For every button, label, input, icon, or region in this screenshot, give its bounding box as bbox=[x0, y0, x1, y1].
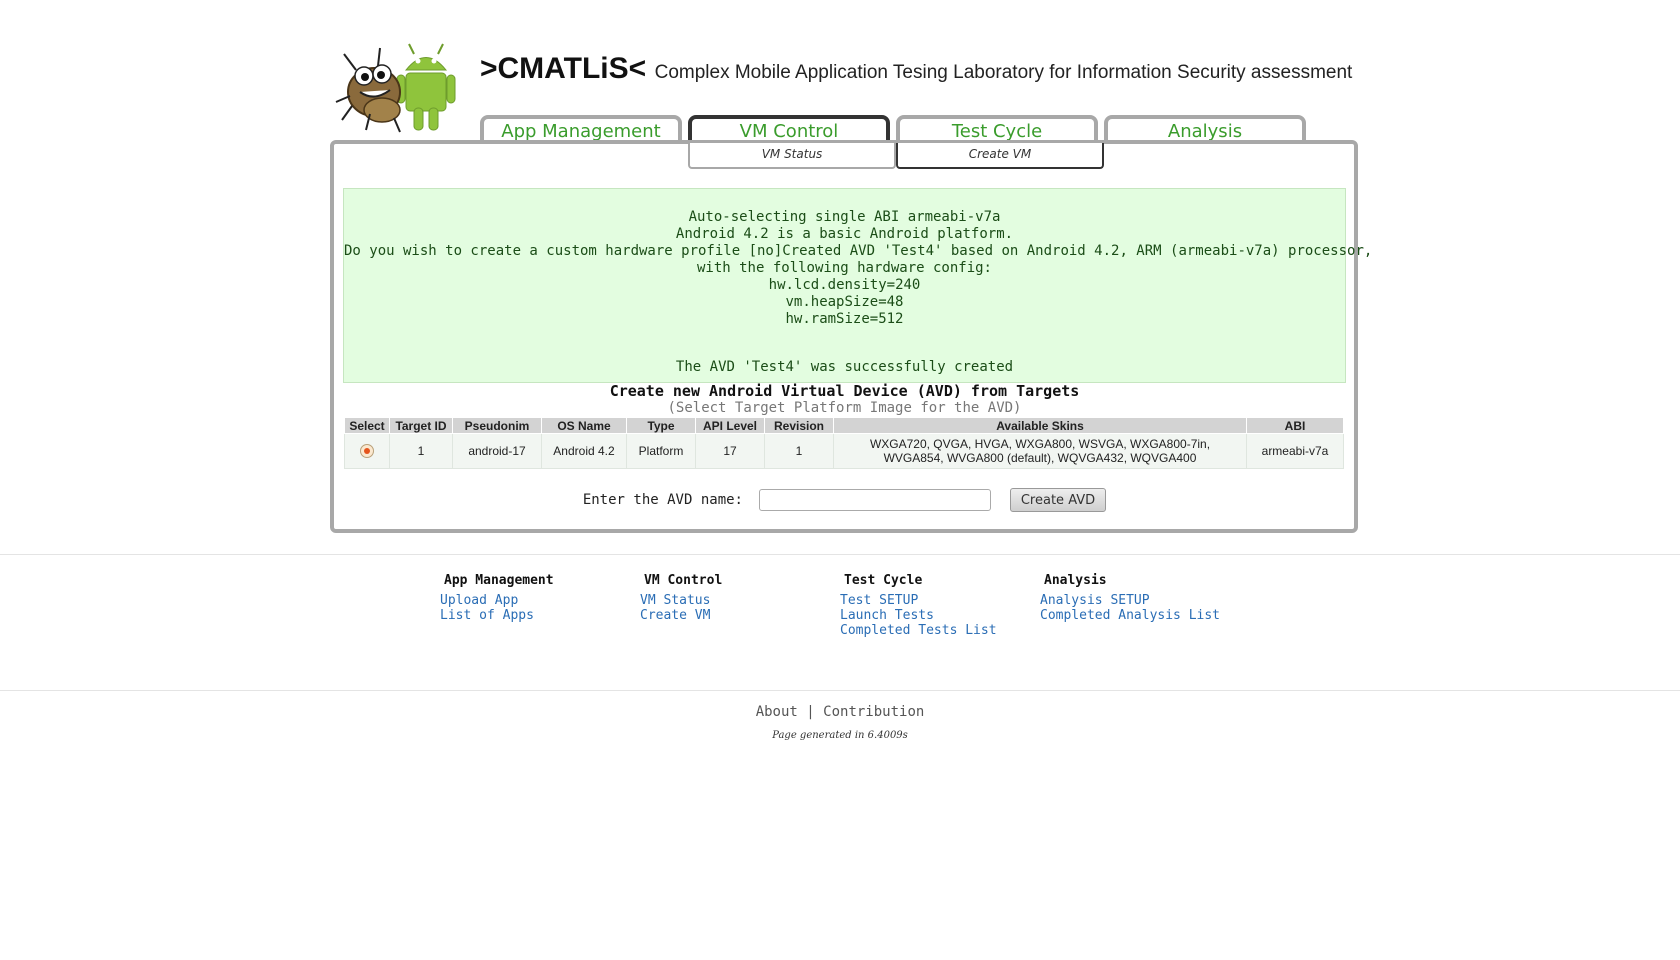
column-header: Revision bbox=[764, 417, 834, 434]
type-cell: Platform bbox=[626, 433, 696, 469]
footer-link-completed-analysis-list[interactable]: Completed Analysis List bbox=[1040, 608, 1220, 623]
about-link[interactable]: About bbox=[756, 704, 798, 720]
footer-link-create-vm[interactable]: Create VM bbox=[640, 608, 722, 623]
table-header-row: Select Target ID Pseudonim OS Name Type … bbox=[344, 417, 1344, 434]
column-header: Available Skins bbox=[833, 417, 1247, 434]
footer-heading: Analysis bbox=[1044, 573, 1107, 588]
bug-android-logo-icon bbox=[335, 43, 456, 133]
message-line: hw.lcd.density=240 bbox=[768, 277, 921, 293]
footer-col-vm-control: VM Control VM Status Create VM bbox=[640, 573, 722, 623]
create-avd-button[interactable]: Create AVD bbox=[1009, 488, 1107, 512]
tab-test-cycle[interactable]: Test Cycle bbox=[896, 115, 1098, 142]
avd-name-label: Enter the AVD name: bbox=[582, 492, 743, 508]
subtab-create-vm[interactable]: Create VM bbox=[896, 143, 1104, 169]
footer-heading: Test Cycle bbox=[844, 573, 923, 588]
target-radio[interactable] bbox=[360, 444, 374, 459]
generation-time: Page generated in 6.4009s bbox=[772, 730, 908, 741]
footer-col-test-cycle: Test Cycle Test SETUP Launch Tests Compl… bbox=[840, 573, 997, 638]
footer-link-launch-tests[interactable]: Launch Tests bbox=[840, 608, 997, 623]
footer-link-list-of-apps[interactable]: List of Apps bbox=[440, 608, 554, 623]
api-level-cell: 17 bbox=[695, 433, 765, 469]
footer-link-upload-app[interactable]: Upload App bbox=[440, 593, 554, 608]
footer-heading: VM Control bbox=[644, 573, 723, 588]
footer-heading: App Management bbox=[444, 573, 554, 588]
avd-name-input[interactable] bbox=[759, 489, 992, 511]
column-header: Type bbox=[626, 417, 696, 434]
section-subtitle: (Select Target Platform Image for the AV… bbox=[667, 400, 1022, 416]
page-footer: About | Contribution Page generated in 6… bbox=[0, 690, 1680, 741]
revision-cell: 1 bbox=[764, 433, 834, 469]
footer-link-vm-status[interactable]: VM Status bbox=[640, 593, 722, 608]
message-line: vm.heapSize=48 bbox=[785, 294, 904, 310]
footer-link-test-setup[interactable]: Test SETUP bbox=[840, 593, 997, 608]
column-header: Pseudonim bbox=[452, 417, 542, 434]
success-message: The AVD 'Test4' was successfully created bbox=[675, 359, 1014, 375]
pseudonim-cell: android-17 bbox=[452, 433, 542, 469]
message-line: Auto-selecting single ABI armeabi-v7a bbox=[688, 209, 1001, 225]
link-separator: | bbox=[806, 704, 815, 720]
column-header: API Level bbox=[695, 417, 765, 434]
contribution-link[interactable]: Contribution bbox=[823, 704, 924, 720]
column-header: Target ID bbox=[389, 417, 453, 434]
skins-cell: WXGA720, QVGA, HVGA, WXGA800, WSVGA, WXG… bbox=[833, 433, 1247, 469]
tab-analysis[interactable]: Analysis bbox=[1104, 115, 1306, 142]
column-header: Select bbox=[344, 417, 390, 434]
avd-form: Enter the AVD name: Create AVD bbox=[343, 488, 1346, 512]
footer-link-analysis-setup[interactable]: Analysis SETUP bbox=[1040, 593, 1220, 608]
message-line: Android 4.2 is a basic Android platform. bbox=[675, 226, 1014, 242]
message-line: Do you wish to create a custom hardware … bbox=[344, 243, 1373, 259]
bottom-links: About | Contribution bbox=[0, 704, 1680, 720]
table-row: 1 android-17 Android 4.2 Platform 17 1 W… bbox=[344, 433, 1344, 469]
targets-table: Select Target ID Pseudonim OS Name Type … bbox=[344, 417, 1344, 469]
site-title: >CMATLiS< Complex Mobile Application Tes… bbox=[480, 52, 1352, 86]
footer-col-analysis: Analysis Analysis SETUP Completed Analys… bbox=[1040, 573, 1220, 623]
footer-link-completed-tests-list[interactable]: Completed Tests List bbox=[840, 623, 997, 638]
section-title: Create new Android Virtual Device (AVD) … bbox=[609, 382, 1080, 400]
tab-app-management[interactable]: App Management bbox=[480, 115, 682, 142]
message-line: with the following hardware config: bbox=[696, 260, 992, 276]
footer-col-app-management: App Management Upload App List of Apps bbox=[440, 573, 554, 623]
target-id-cell: 1 bbox=[389, 433, 453, 469]
abi-cell: armeabi-v7a bbox=[1246, 433, 1344, 469]
message-line: hw.ramSize=512 bbox=[785, 311, 904, 327]
tab-vm-control[interactable]: VM Control bbox=[688, 115, 890, 142]
site-subtitle: Complex Mobile Application Tesing Labora… bbox=[654, 62, 1353, 83]
footer-nav: App Management Upload App List of Apps V… bbox=[0, 554, 1680, 691]
subtab-vm-status[interactable]: VM Status bbox=[688, 143, 896, 169]
brand-name: >CMATLiS< bbox=[480, 52, 647, 85]
select-cell bbox=[344, 433, 390, 469]
column-header: OS Name bbox=[541, 417, 627, 434]
os-name-cell: Android 4.2 bbox=[541, 433, 627, 469]
column-header: ABI bbox=[1246, 417, 1344, 434]
result-message: Auto-selecting single ABI armeabi-v7a An… bbox=[343, 188, 1373, 383]
